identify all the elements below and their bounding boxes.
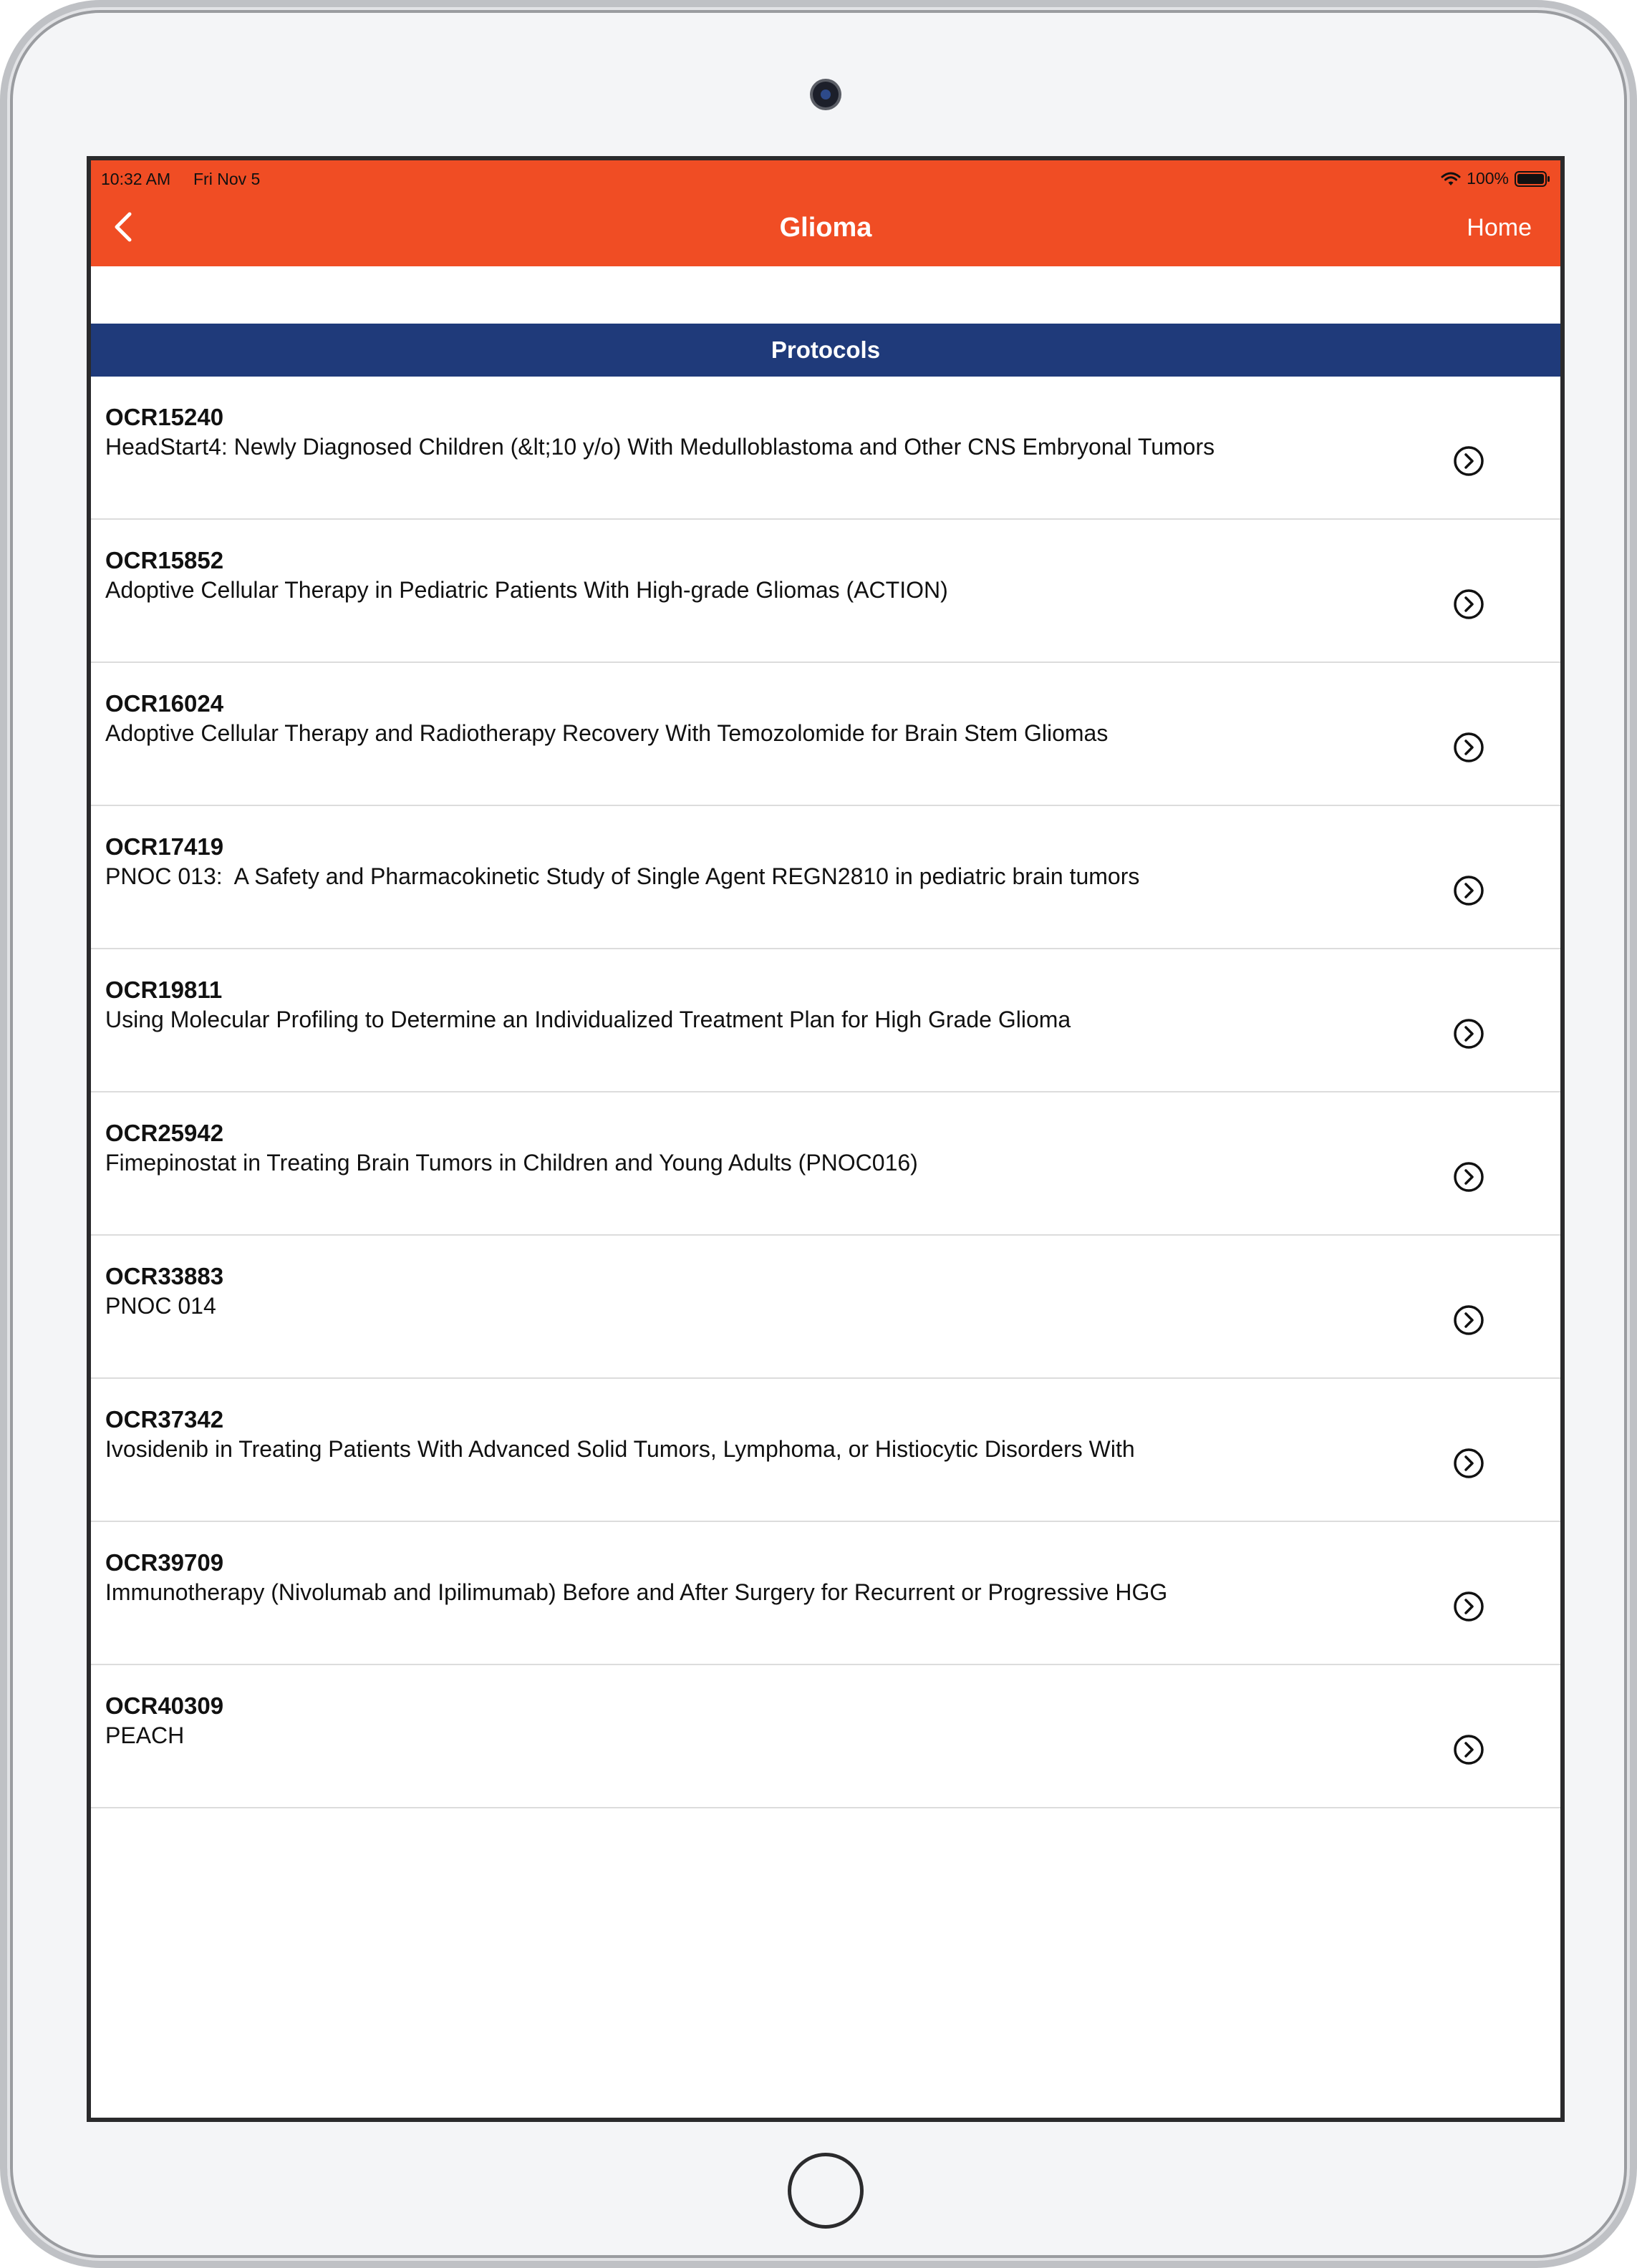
navigation-bar: Glioma Home: [91, 189, 1560, 266]
list-item[interactable]: OCR15852 Adoptive Cellular Therapy in Pe…: [91, 520, 1560, 663]
chevron-right-circle-icon[interactable]: [1453, 1018, 1484, 1050]
wifi-icon: [1441, 172, 1461, 185]
chevron-right-circle-icon[interactable]: [1453, 445, 1484, 477]
device-home-button[interactable]: [788, 2153, 864, 2229]
protocol-title: PEACH: [105, 1722, 185, 1748]
chevron-right-circle-icon[interactable]: [1453, 732, 1484, 763]
protocol-id: OCR40309: [105, 1692, 224, 1719]
chevron-right-circle-icon[interactable]: [1453, 1304, 1484, 1336]
protocol-id: OCR33883: [105, 1263, 224, 1289]
protocol-title: Adoptive Cellular Therapy in Pediatric P…: [105, 577, 948, 603]
list-item[interactable]: OCR25942 Fimepinostat in Treating Brain …: [91, 1092, 1560, 1236]
home-button[interactable]: Home: [1467, 189, 1532, 266]
protocol-id: OCR19811: [105, 976, 223, 1003]
section-header-protocols: Protocols: [91, 324, 1560, 377]
app-header: 10:32 AM Fri Nov 5 100% Glioma Home: [91, 160, 1560, 266]
chevron-left-icon: [115, 212, 132, 242]
list-item[interactable]: OCR40309 PEACH: [91, 1665, 1560, 1808]
camera-icon: [813, 82, 839, 107]
app-screen: 10:32 AM Fri Nov 5 100% Glioma Home Prot…: [87, 156, 1565, 2122]
protocol-id: OCR16024: [105, 690, 224, 717]
protocol-id: OCR39709: [105, 1549, 224, 1576]
battery-icon: [1515, 170, 1550, 187]
chevron-right-circle-icon[interactable]: [1453, 875, 1484, 906]
page-title: Glioma: [779, 213, 872, 243]
list-item[interactable]: OCR15240 HeadStart4: Newly Diagnosed Chi…: [91, 377, 1560, 520]
protocol-id: OCR17419: [105, 833, 224, 860]
protocol-title: HeadStart4: Newly Diagnosed Children (&l…: [105, 434, 1215, 460]
protocol-id: OCR37342: [105, 1406, 224, 1433]
protocol-id: OCR15240: [105, 404, 224, 430]
protocol-title: Ivosidenib in Treating Patients With Adv…: [105, 1436, 1135, 1462]
chevron-right-circle-icon[interactable]: [1453, 1161, 1484, 1193]
protocol-title: Fimepinostat in Treating Brain Tumors in…: [105, 1150, 918, 1176]
chevron-right-circle-icon[interactable]: [1453, 1734, 1484, 1765]
tablet-frame: 10:32 AM Fri Nov 5 100% Glioma Home Prot…: [0, 0, 1637, 2268]
back-button[interactable]: [105, 209, 141, 245]
protocol-title: PNOC 014: [105, 1293, 216, 1319]
protocol-list: OCR15240 HeadStart4: Newly Diagnosed Chi…: [91, 377, 1560, 1808]
protocol-title: PNOC 013: A Safety and Pharmacokinetic S…: [105, 863, 1140, 889]
status-date: Fri Nov 5: [193, 170, 261, 188]
status-bar: 10:32 AM Fri Nov 5 100%: [91, 160, 1560, 189]
protocol-title: Immunotherapy (Nivolumab and Ipilimumab)…: [105, 1579, 1168, 1605]
list-item[interactable]: OCR39709 Immunotherapy (Nivolumab and Ip…: [91, 1522, 1560, 1665]
chevron-right-circle-icon[interactable]: [1453, 1591, 1484, 1622]
list-item[interactable]: OCR19811 Using Molecular Profiling to De…: [91, 949, 1560, 1092]
list-item[interactable]: OCR33883 PNOC 014: [91, 1236, 1560, 1379]
status-indicators: 100%: [1441, 169, 1550, 188]
protocol-title: Adoptive Cellular Therapy and Radiothera…: [105, 720, 1109, 746]
chevron-right-circle-icon[interactable]: [1453, 1448, 1484, 1479]
protocol-title: Using Molecular Profiling to Determine a…: [105, 1007, 1071, 1032]
list-item[interactable]: OCR16024 Adoptive Cellular Therapy and R…: [91, 663, 1560, 806]
status-time: 10:32 AM: [101, 170, 171, 188]
list-item[interactable]: OCR17419 PNOC 013: A Safety and Pharmaco…: [91, 806, 1560, 949]
list-item[interactable]: OCR37342 Ivosidenib in Treating Patients…: [91, 1379, 1560, 1522]
protocol-id: OCR15852: [105, 547, 224, 573]
battery-percent: 100%: [1467, 169, 1509, 188]
protocol-id: OCR25942: [105, 1120, 224, 1146]
chevron-right-circle-icon[interactable]: [1453, 588, 1484, 620]
